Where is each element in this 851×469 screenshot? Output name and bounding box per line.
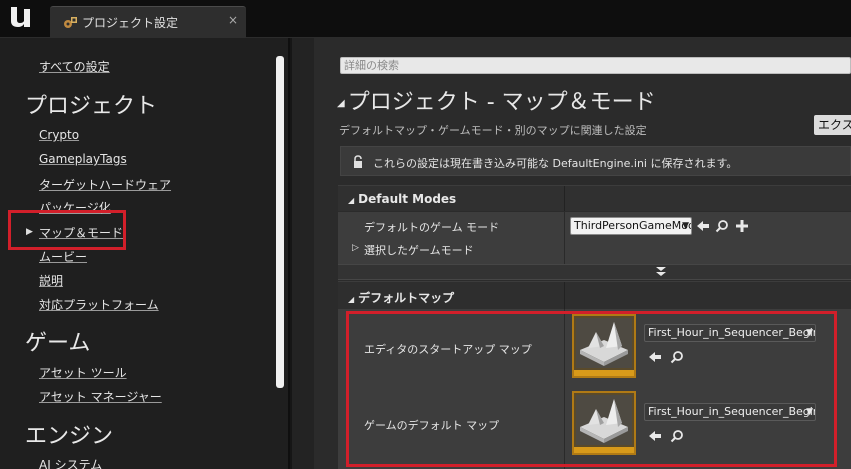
collapse-arrow-icon[interactable]: ◢ xyxy=(337,98,345,109)
ue-logo-icon[interactable] xyxy=(8,4,34,30)
column-divider xyxy=(564,282,565,309)
nav-category-game: ゲーム xyxy=(25,331,91,356)
tab-label: プロジェクト設定 xyxy=(82,16,179,30)
tab-close-icon[interactable]: × xyxy=(228,13,238,27)
project-settings-window: プロジェクト設定 × すべての設定 プロジェクト Crypto Gameplay… xyxy=(0,0,851,469)
column-divider xyxy=(564,186,565,211)
default-gamemode-value: ThirdPersonGameMode xyxy=(574,219,692,232)
advanced-expander[interactable] xyxy=(338,264,851,280)
highlight-box-nav xyxy=(8,210,126,250)
page-description: デフォルトマップ・ゲームモード・別のマップに関連した設定 xyxy=(339,124,647,137)
section-title: Default Modes xyxy=(358,192,457,206)
section-title: デフォルトマップ xyxy=(358,291,455,305)
default-gamemode-combo[interactable]: ThirdPersonGameMode ▼ xyxy=(570,217,692,235)
nav-category-project: プロジェクト xyxy=(25,94,158,119)
browse-magnifier-icon[interactable] xyxy=(715,219,729,233)
dropdown-arrow-icon: ▼ xyxy=(682,221,689,231)
page-title: ◢ プロジェクト - マップ＆モード xyxy=(337,84,656,116)
add-plus-icon[interactable] xyxy=(735,219,749,233)
section-header-default-modes[interactable]: ◢ Default Modes xyxy=(338,185,851,211)
section-collapse-icon: ◢ xyxy=(348,196,355,205)
default-modes-rows: デフォルトのゲーム モード ThirdPersonGameMode ▼ ▷ 選択… xyxy=(338,212,851,264)
nav-item-movies[interactable]: ムービー xyxy=(39,248,87,265)
project-settings-icon xyxy=(64,17,77,28)
details-panel: 詳細の検索 ◢ プロジェクト - マップ＆モード デフォルトマップ・ゲームモード・… xyxy=(292,38,851,469)
nav-item-ai-system[interactable]: AI システム xyxy=(39,456,102,469)
nav-item-gameplaytags[interactable]: GameplayTags xyxy=(39,152,127,166)
use-selected-arrow-icon[interactable] xyxy=(696,219,710,233)
search-input[interactable]: 詳細の検索 xyxy=(340,57,851,74)
page-title-text: プロジェクト - マップ＆モード xyxy=(347,90,656,115)
settings-nav-panel: すべての設定 プロジェクト Crypto GameplayTags ターゲットハ… xyxy=(0,38,290,469)
nav-item-crypto[interactable]: Crypto xyxy=(39,128,79,142)
nav-item-all-settings[interactable]: すべての設定 xyxy=(39,58,110,75)
expand-more-icon xyxy=(656,267,666,276)
default-gamemode-label: デフォルトのゲーム モード xyxy=(364,221,500,234)
notice-text: これらの設定は現在書き込み可能な DefaultEngine.ini に保存され… xyxy=(373,157,738,170)
section-header-default-maps[interactable]: ◢ デフォルトマップ xyxy=(338,281,851,309)
nav-scrollbar[interactable] xyxy=(276,56,284,388)
nav-item-asset-manager[interactable]: アセット マネージャー xyxy=(39,388,162,405)
nav-item-asset-tools[interactable]: アセット ツール xyxy=(39,364,127,381)
nav-item-target-hardware[interactable]: ターゲットハードウェア xyxy=(39,176,171,193)
section-collapse-icon: ◢ xyxy=(348,295,355,304)
details-gutter xyxy=(292,38,314,469)
lock-icon xyxy=(354,155,362,168)
tab-project-settings[interactable]: プロジェクト設定 × xyxy=(50,6,246,38)
nav-item-supported-platforms[interactable]: 対応プラットフォーム xyxy=(39,296,159,313)
nav-category-engine: エンジン xyxy=(25,424,114,449)
highlight-box-default-maps xyxy=(346,311,837,467)
column-divider[interactable] xyxy=(564,212,565,264)
title-tab-bar: プロジェクト設定 × xyxy=(0,0,851,38)
selected-gamemode-label[interactable]: 選択したゲームモード xyxy=(364,242,474,258)
export-button[interactable]: エクスポート xyxy=(814,115,851,135)
nav-item-description[interactable]: 説明 xyxy=(39,272,63,289)
expand-arrow-icon[interactable]: ▷ xyxy=(352,243,359,253)
config-notice: これらの設定は現在書き込み可能な DefaultEngine.ini に保存され… xyxy=(340,146,851,176)
